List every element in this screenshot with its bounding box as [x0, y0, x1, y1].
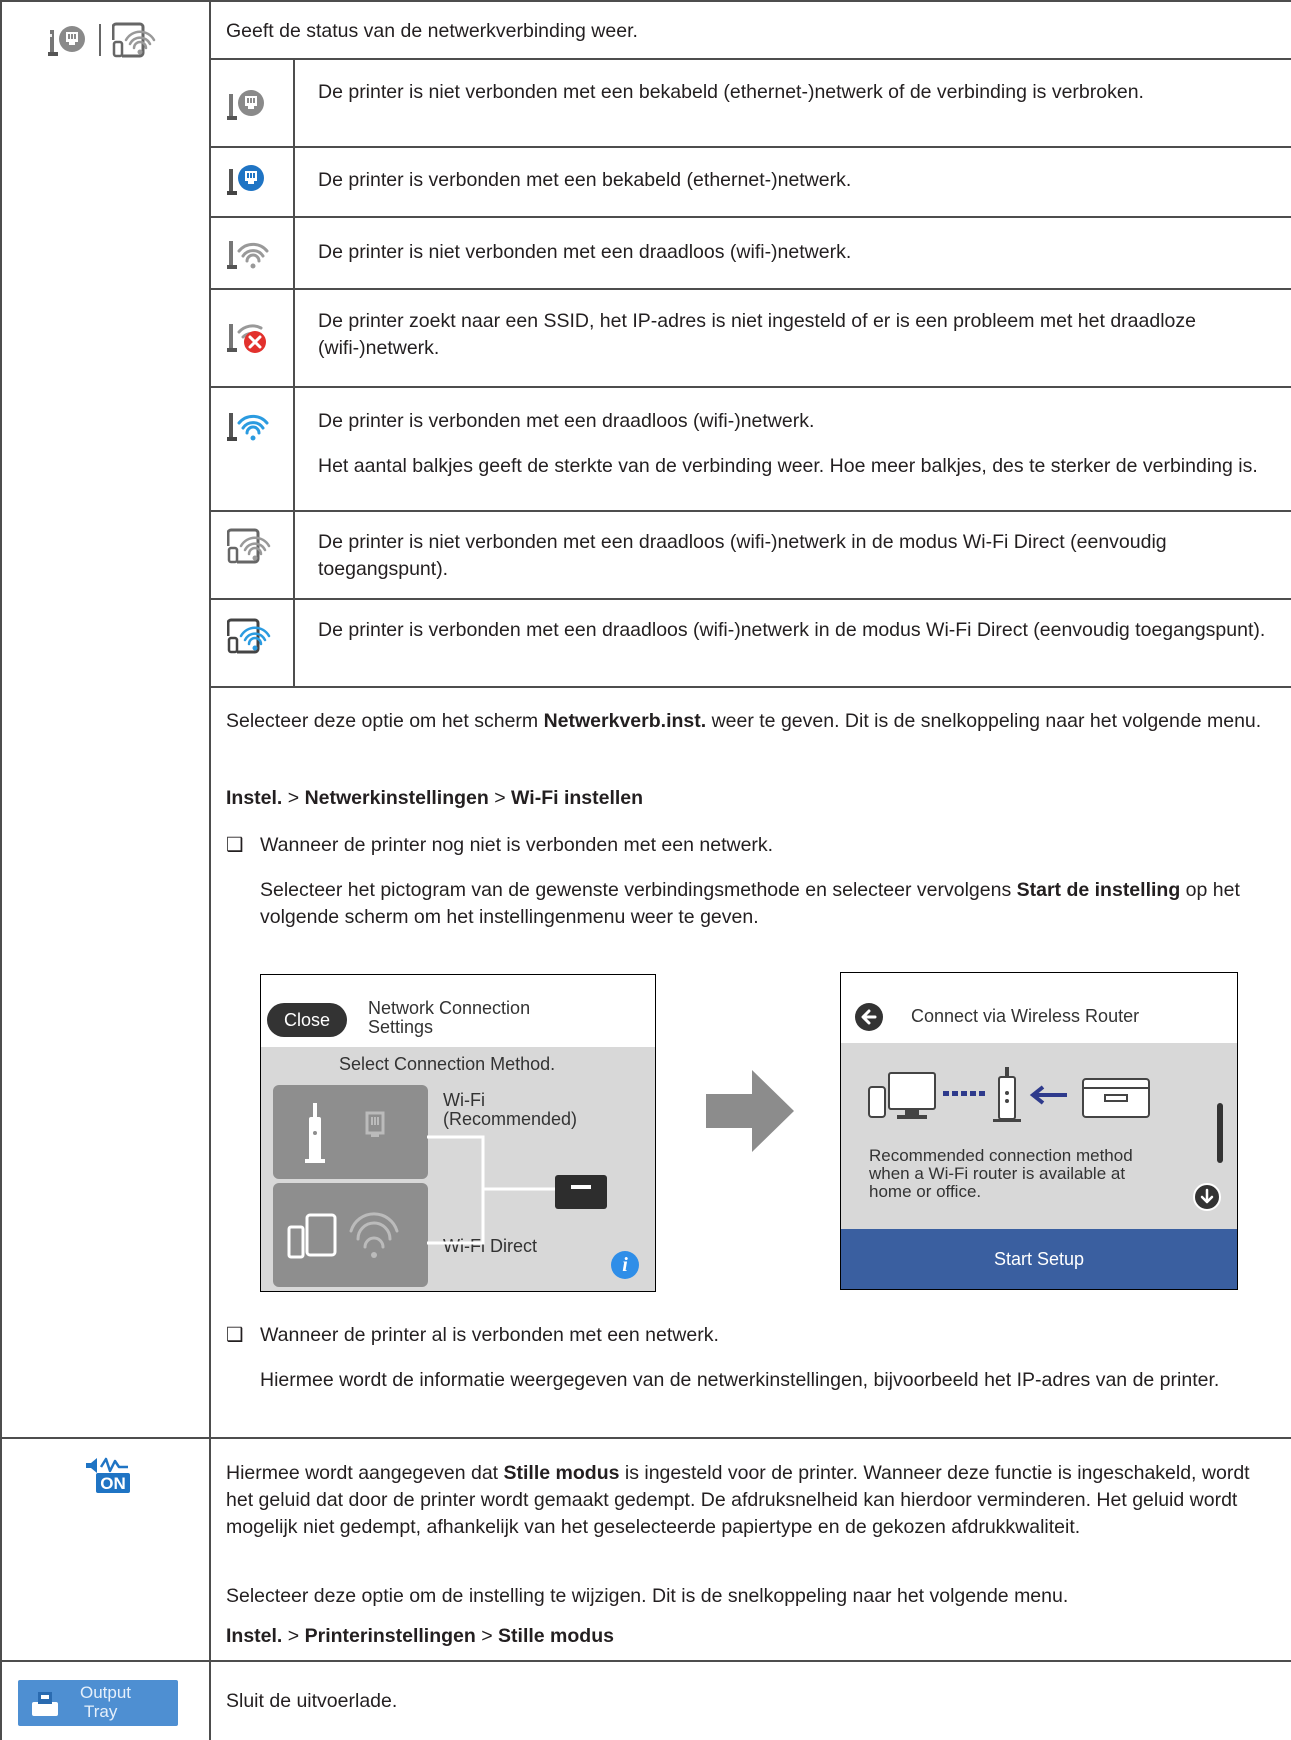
wifi-direct-disconnected-icon [227, 528, 271, 564]
row-divider [209, 288, 1291, 290]
quiet-mode-icon-label: ON [100, 1474, 126, 1493]
status-row-text: De printer is verbonden met een bekabeld… [318, 169, 852, 191]
case-not-connected: Wanneer de printer nog niet is verbonden… [260, 834, 774, 856]
wifi-direct-connected-icon [227, 618, 271, 654]
row-divider [209, 58, 1291, 60]
quiet-mode-change: Selecteer deze optie om de instelling te… [226, 1585, 1069, 1607]
wifi-error-icon [227, 324, 266, 353]
status-row-note: Het aantal balkjes geeft de sterkte van … [318, 455, 1258, 477]
table-border [0, 0, 2, 1740]
wired-disconnected-icon [48, 26, 85, 56]
output-tray-label: Output Tray [80, 1683, 132, 1721]
row-divider [209, 510, 1291, 512]
wired-connected-icon [227, 165, 264, 195]
devices-wifi-icon [287, 1212, 399, 1259]
row-divider [209, 598, 1291, 600]
column-divider [209, 0, 211, 1740]
status-row-text: De printer is niet verbonden met een dra… [318, 531, 1167, 580]
scroll-down-button[interactable] [1193, 1183, 1221, 1211]
quiet-mode-icon: ON [86, 1457, 130, 1493]
case-connected: Wanneer de printer al is verbonden met e… [260, 1324, 719, 1346]
wifi-direct-option-tile[interactable] [273, 1183, 428, 1287]
table-border [0, 0, 1291, 2]
printer-icon [555, 1175, 607, 1209]
status-row-text: De printer zoekt naar een SSID, het IP-a… [318, 310, 1196, 359]
close-button[interactable]: Close [267, 1003, 347, 1037]
router-icon [305, 1103, 385, 1163]
case-not-connected-desc: Selecteer het pictogram van de gewenste … [260, 879, 1240, 928]
status-header: Geeft de status van de netwerkverbinding… [226, 20, 638, 42]
status-row-text: De printer is verbonden met een draadloo… [318, 410, 815, 432]
wifi-direct-disconnected-icon [112, 22, 156, 58]
start-setup-button[interactable]: Start Setup [841, 1229, 1237, 1289]
connection-method-screen: Close Network Connection Settings Select … [260, 974, 656, 1292]
row-divider [0, 1660, 1291, 1662]
output-tray-button[interactable]: Output Tray [18, 1680, 178, 1726]
output-tray-icon [32, 1692, 58, 1716]
screen-title: Network Connection Settings [368, 998, 531, 1037]
scrollbar[interactable] [1217, 1103, 1223, 1163]
arrow-down-icon [1200, 1188, 1214, 1204]
output-tray-description: Sluit de uitvoerlade. [226, 1690, 398, 1712]
status-row-text: De printer is verbonden met een draadloo… [318, 619, 1266, 641]
quiet-mode-description: Hiermee wordt aangegeven dat Stille modu… [226, 1462, 1250, 1538]
wifi-option-tile[interactable] [273, 1085, 428, 1179]
row-divider [209, 216, 1291, 218]
network-menu-path: Instel. > Netwerkinstellingen > Wi-Fi in… [226, 787, 644, 809]
screen-body: Recommended connection method when a Wi-F… [841, 1043, 1237, 1229]
wifi-connected-icon [227, 413, 269, 441]
wifi-disconnected-icon [227, 241, 269, 269]
quiet-mode-menu-path: Instel. > Printerinstellingen > Stille m… [226, 1625, 614, 1647]
icon-separator [99, 24, 101, 56]
wireless-router-screen: Connect via Wireless Router Recommended … [840, 972, 1238, 1290]
screen-description: Recommended connection method when a Wi-F… [869, 1146, 1133, 1201]
bullet-icon: ❑ [226, 1324, 244, 1346]
router-setup-illustration [868, 1067, 1150, 1122]
bullet-icon: ❑ [226, 834, 244, 856]
screen-body: Select Connection Method. Wi-Fi (Recommen… [261, 1047, 655, 1291]
screen-title: Connect via Wireless Router [911, 1006, 1140, 1026]
inner-column-divider [293, 58, 295, 686]
row-divider [0, 1437, 1291, 1439]
network-intro: Selecteer deze optie om het scherm Netwe… [226, 710, 1262, 732]
screen-subtitle: Select Connection Method. [339, 1054, 556, 1074]
arrow-right-icon [706, 1070, 794, 1152]
back-arrow-icon [861, 1009, 877, 1025]
status-row-text: De printer is niet verbonden met een bek… [318, 81, 1144, 103]
wired-disconnected-icon [227, 90, 264, 120]
status-row-text: De printer is niet verbonden met een dra… [318, 241, 852, 263]
case-connected-desc: Hiermee wordt de informatie weergegeven … [260, 1369, 1220, 1391]
info-button[interactable]: i [611, 1251, 639, 1279]
row-divider [209, 686, 1291, 688]
wifi-option-label: Wi-Fi (Recommended) [443, 1090, 578, 1129]
row-divider [209, 146, 1291, 148]
row-divider [209, 386, 1291, 388]
back-button[interactable] [855, 1003, 883, 1031]
